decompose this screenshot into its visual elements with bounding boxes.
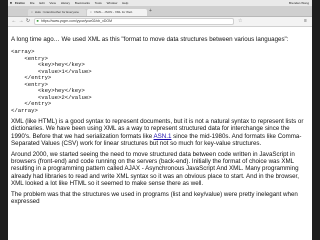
menu-app-firefox[interactable]: Firefox: [15, 0, 25, 6]
nav-toolbar: ← → ↻ ■ https://www.ycgm.com/yycw/ycw02/…: [8, 17, 312, 27]
menu-view[interactable]: View: [49, 0, 55, 6]
tab-1[interactable]: × Hulu : Grandmother for Everyone: [28, 9, 86, 16]
menubar-user[interactable]: Brendan Wong: [289, 0, 309, 6]
browser-window: ● Firefox File Edit View History Bookmar…: [8, 0, 312, 240]
menu-window[interactable]: Window: [107, 0, 118, 6]
menu-history[interactable]: History: [61, 0, 70, 6]
back-arrow-icon[interactable]: ←: [11, 18, 17, 25]
tab-strip: × Hulu : Grandmother for Everyone × YAML -…: [8, 7, 312, 23]
menu-help[interactable]: Help: [122, 0, 128, 6]
code-line: </array>: [11, 106, 38, 114]
os-menubar: ● Firefox File Edit View History Bookmar…: [8, 0, 312, 7]
url-bar[interactable]: ■ https://www.ycgm.com/yycw/ycw02/cb_xDO…: [34, 18, 234, 25]
menu-edit[interactable]: Edit: [39, 0, 44, 6]
xml-code-block: <array> <entry> <key>hey</key> <value>1<…: [11, 49, 309, 114]
page-content: A long time ago… We used XML as this "fo…: [8, 27, 312, 240]
apple-icon[interactable]: ●: [8, 0, 14, 6]
close-tab-icon[interactable]: ×: [31, 10, 33, 14]
menu-tools[interactable]: Tools: [95, 0, 102, 6]
lock-icon: ■: [36, 19, 39, 23]
menu-bookmarks[interactable]: Bookmarks: [75, 0, 90, 6]
intro-paragraph: A long time ago… We used XML as this "fo…: [11, 36, 289, 43]
asn1-link[interactable]: ASN.1: [154, 133, 172, 140]
bookmark-star-icon[interactable]: ☆: [238, 18, 242, 25]
new-tab-icon[interactable]: +: [149, 8, 152, 14]
tab-1-label: Hulu : Grandmother for Everyone: [34, 10, 79, 14]
paragraph-problem: The problem was that the structures we u…: [11, 191, 298, 206]
paragraph-ajax: Around 2000, we started seeing the need …: [11, 151, 299, 187]
menu-file[interactable]: File: [30, 0, 35, 6]
close-tab-icon[interactable]: ×: [90, 10, 92, 14]
reload-icon[interactable]: ↻: [25, 18, 31, 25]
hamburger-menu-icon[interactable]: ≡: [304, 18, 307, 25]
tab-2-active[interactable]: × YAML - JSON - XML for Web: [87, 9, 147, 16]
url-text: https://www.ycgm.com/yycw/ycw02/cb_xDOM: [41, 19, 112, 23]
paragraph-xml-intro: XML (like HTML) is a good syntax to repr…: [11, 118, 309, 147]
forward-arrow-icon[interactable]: →: [18, 18, 24, 25]
tab-2-label: YAML - JSON - XML for Web: [93, 10, 133, 14]
